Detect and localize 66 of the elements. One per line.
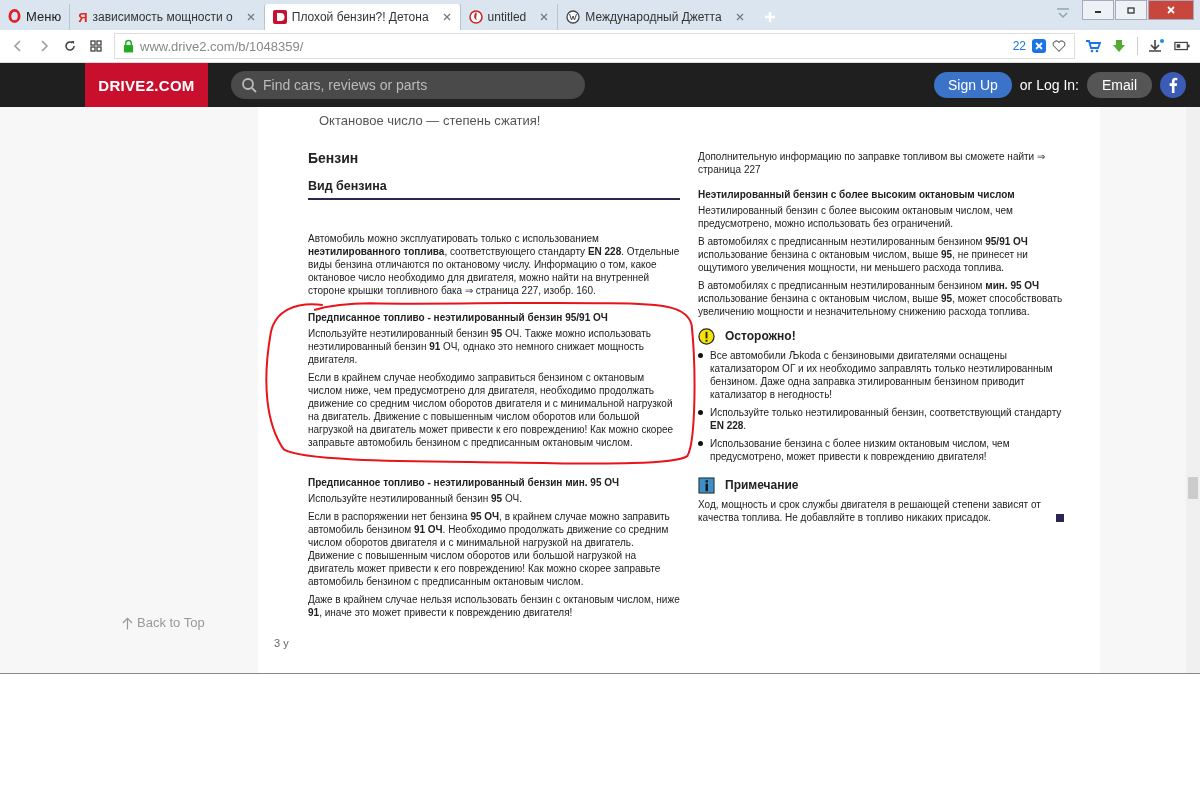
lock-icon (123, 39, 134, 53)
o-logo-icon (8, 9, 21, 23)
cart-icon[interactable] (1085, 39, 1101, 53)
paragraph: В автомобилях с предписанным неэтилированным бензином 95/91 ОЧ использование бензина с октановым числом, выше 95, не принесет ни ощутимого увеличения мощности, ни меньшего расхода топлива. (698, 235, 1029, 274)
post-caption: Октановое число — степень сжатия! (319, 113, 542, 128)
window-close-button[interactable] (1148, 0, 1194, 20)
reload-icon[interactable] (62, 39, 78, 53)
warning-icon (698, 328, 715, 345)
download-icon[interactable] (1148, 39, 1164, 53)
maximize-button[interactable] (1115, 0, 1147, 20)
end-square-icon (1056, 514, 1064, 522)
close-icon[interactable] (441, 12, 452, 22)
flame-icon (468, 10, 483, 24)
section-title: Неэтилированный бензин с более высоким октановым числом (698, 188, 1016, 201)
email-login-button[interactable]: Email (1087, 72, 1152, 98)
info-icon (698, 477, 715, 494)
paragraph: Неэтилированный бензин с более высоким октановым числом, чем предусмотрено, можно использовать без ограничений. (698, 204, 1014, 230)
close-icon[interactable] (245, 12, 256, 22)
up-arrow-icon (122, 615, 133, 630)
site-letter-logo: Я (78, 9, 88, 25)
comment-count: 3 у (274, 637, 290, 649)
close-icon (1166, 5, 1176, 15)
bullet-text: Использование бензина с более низким октановым числом, чем предусмотрено, может привести к повреждению двигателя! (710, 437, 1011, 463)
download-arrow-icon[interactable] (1111, 39, 1127, 53)
close-icon[interactable] (539, 12, 550, 22)
site-logo[interactable]: DRIVE2.COM (85, 63, 208, 107)
paragraph: Используйте неэтилированный бензин 95 ОЧ. Также можно использовать неэтилированный бензин 91 ОЧ, однако это немного снижает мощность двигателя. (308, 327, 652, 366)
section-title: Предписанное топливо - неэтилированный бензин 95/91 ОЧ (308, 311, 609, 324)
document-subheading: Вид бензина (308, 179, 680, 200)
paragraph: Дополнительную информацию по заправке топливом вы сможете найти ⇒ страница 227 (698, 150, 1046, 176)
login-label: or Log In: (1019, 77, 1079, 93)
section-title: Предписанное топливо - неэтилированный бензин мин. 95 ОЧ (308, 476, 621, 489)
adblock-count: 22 (1012, 39, 1026, 53)
bullet-icon (698, 441, 703, 446)
paragraph: Ход, мощность и срок службы двигателя в решающей степени зависят от качества топлива. Не добавляйте в топливо никаких присадок. (698, 498, 1042, 524)
search-icon (241, 77, 257, 93)
bullet-icon (698, 353, 703, 358)
battery-icon (1174, 39, 1190, 53)
paragraph: Автомобиль можно эксплуатировать только с использованием неэтилированного топлива, соответствующего стандарту EN 228. Отдельные виды бензина отличаются по октановому числу. Информацию о том, какое октановое число необходимо для двигателя, можно найти на внутренней стороне крышки топливного бака ⇒ страница 227, изобр. 160. (308, 232, 680, 297)
shield-icon[interactable] (1032, 39, 1046, 53)
document-heading: Бензин (308, 150, 360, 166)
bullet-icon (698, 410, 703, 415)
facebook-icon[interactable] (1160, 72, 1186, 98)
tab-menu-icon[interactable] (1056, 8, 1070, 20)
minimize-button[interactable] (1082, 0, 1114, 20)
bullet-text: Все автомобили Љkoda с бензиновыми двигателями оснащены катализатором ОГ и их необходимо заправлять только неэтилированным бензином. Даже одна заправка этилированным бензином приводит катализатор в негодность! (710, 349, 1054, 401)
paragraph: Используйте неэтилированный бензин 95 ОЧ. (308, 492, 523, 505)
search-field[interactable]: Find cars, reviews or parts (231, 71, 585, 99)
paragraph: Если в крайнем случае необходимо заправиться бензином с октановым числом ниже, чем предусмотрено для двигателя, необходимо продолжать движение со средним числом оборотов двигателя и с минимальной нагрузкой на двигатель. Движение с повышенным числом оборотов или большой нагрузкой на двигатель может привести к его повреждению! Как можно скорее заправьте автомобиль бензином с предписанным октановым числом. (308, 371, 675, 449)
browser-tab[interactable]: Плохой бензин?! Детона (263, 4, 460, 30)
site-icon (272, 10, 287, 24)
sign-up-button[interactable]: Sign Up (934, 72, 1012, 98)
grid-icon[interactable] (88, 39, 104, 53)
warning-title: Осторожно! (725, 330, 796, 343)
restore-icon (1126, 5, 1136, 15)
browser-menu-button[interactable]: Меню (4, 2, 70, 30)
note-title: Примечание (725, 479, 799, 492)
bullet-text: Используйте только неэтилированный бензин, соответствующий стандарту EN 228. (710, 406, 1063, 432)
scrollbar[interactable] (1186, 107, 1200, 673)
paragraph: Даже в крайнем случае нельзя использовать бензин с октановым числом, ниже 91, иначе это может привести к повреждению двигателя! (308, 593, 680, 619)
vw-icon (566, 10, 581, 24)
paragraph: Если в распоряжении нет бензина 95 ОЧ, в крайнем случае можно заправить автомобиль бензином 91 ОЧ. Необходимо продолжать движение со средним числом оборотов двигателя и с минимальной нагрузкой на двигатель. Движение с повышенным числом оборотов или большой нагрузкой на двигатель может привести к его повреждению! Как можно скорее заправьте автомобиль бензином с предписанным октановым числом. (308, 510, 671, 588)
heart-icon[interactable] (1052, 39, 1066, 53)
close-icon[interactable] (734, 12, 745, 22)
paragraph: В автомобилях с предписанным неэтилированным бензином мин. 95 ОЧ использование бензина с октановым числом, выше 95, может способствовать увеличению мощности и незначительному снижению расхода топлива. (698, 279, 1064, 318)
address-field[interactable]: www.drive2.com/b/1048359/ 22 (114, 33, 1075, 59)
